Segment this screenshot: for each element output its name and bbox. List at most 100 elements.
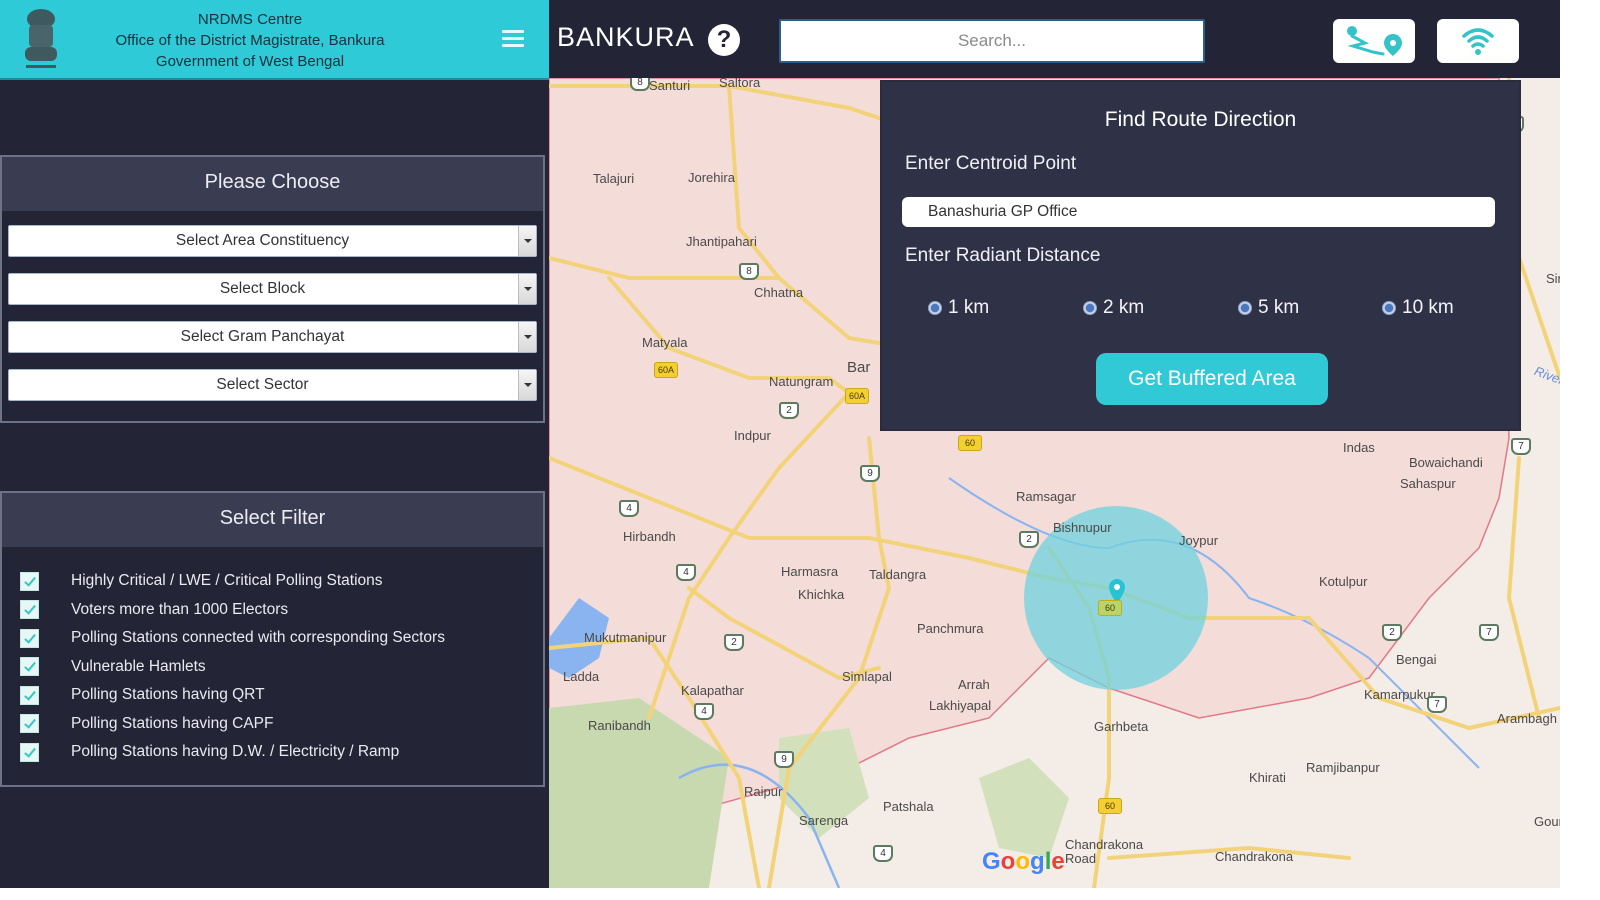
place-label: Sahaspur bbox=[1400, 476, 1456, 491]
wireless-button[interactable] bbox=[1437, 19, 1519, 63]
wifi-signal-icon bbox=[1462, 28, 1494, 55]
checkbox-checked[interactable] bbox=[20, 600, 39, 620]
place-label: Chhatna bbox=[754, 285, 804, 300]
highway-shield: 2 bbox=[1019, 531, 1039, 548]
radio-1km[interactable]: 1 km bbox=[928, 297, 989, 319]
chevron-down-icon[interactable] bbox=[518, 274, 536, 304]
highway-shield: 2 bbox=[779, 402, 799, 419]
place-label: Chandrakona Road bbox=[1065, 837, 1144, 866]
sidebar: Please Choose Select Area Constituency S… bbox=[0, 78, 549, 888]
filter-critical-polling-stations[interactable]: Highly Critical / LWE / Critical Polling… bbox=[20, 567, 543, 596]
choose-panel: Please Choose Select Area Constituency S… bbox=[0, 155, 545, 423]
chevron-down-icon[interactable] bbox=[518, 226, 536, 256]
place-label: Ramjibanpur bbox=[1306, 760, 1380, 775]
place-label: Panchmura bbox=[917, 621, 984, 636]
place-label: Matyala bbox=[642, 335, 688, 350]
filter-label: Vulnerable Hamlets bbox=[71, 657, 206, 675]
radio-button[interactable] bbox=[1238, 301, 1252, 315]
get-buffered-area-button[interactable]: Get Buffered Area bbox=[1096, 353, 1328, 405]
place-label: Khirati bbox=[1249, 770, 1286, 785]
filter-label: Voters more than 1000 Electors bbox=[71, 600, 289, 618]
place-label: Kalapathar bbox=[681, 683, 744, 698]
checkbox-checked[interactable] bbox=[20, 742, 39, 762]
state-highway-shield: 60 bbox=[1098, 798, 1122, 814]
place-label: Bar bbox=[847, 359, 871, 376]
place-label: Jhantipahari bbox=[686, 234, 757, 249]
state-highway-shield: 60 bbox=[1098, 600, 1122, 616]
checkbox-checked[interactable] bbox=[20, 657, 39, 677]
select-gram-panchayat[interactable]: Select Gram Panchayat bbox=[8, 321, 537, 353]
highway-shield: 9 bbox=[860, 465, 880, 482]
radio-label: 5 km bbox=[1258, 297, 1300, 318]
place-label: Bowaichandi bbox=[1409, 455, 1483, 470]
filter-dw-electricity-ramp[interactable]: Polling Stations having D.W. / Electrici… bbox=[20, 738, 543, 767]
place-label: Ramsagar bbox=[1016, 489, 1076, 504]
highway-shield: 7 bbox=[1511, 438, 1531, 455]
national-emblem-icon bbox=[25, 9, 57, 68]
select-label: Select Gram Panchayat bbox=[180, 328, 345, 345]
filter-capf[interactable]: Polling Stations having CAPF bbox=[20, 710, 543, 739]
chevron-down-icon[interactable] bbox=[518, 370, 536, 400]
place-label: Joypur bbox=[1179, 533, 1219, 548]
select-block[interactable]: Select Block bbox=[8, 273, 537, 305]
route-map-pin-icon bbox=[1347, 26, 1402, 56]
checkbox-checked[interactable] bbox=[20, 628, 39, 648]
filter-stations-sectors[interactable]: Polling Stations connected with correspo… bbox=[20, 624, 543, 653]
route-direction-button[interactable] bbox=[1333, 19, 1415, 63]
place-label: Raipur bbox=[744, 784, 783, 799]
highway-shield: 4 bbox=[619, 500, 639, 517]
place-label: Indas bbox=[1343, 440, 1375, 455]
filter-label: Polling Stations having D.W. / Electrici… bbox=[71, 743, 400, 761]
highway-shield: 4 bbox=[873, 845, 893, 862]
radio-label: 2 km bbox=[1103, 297, 1145, 318]
centroid-point-input[interactable] bbox=[902, 197, 1495, 227]
search-input[interactable] bbox=[779, 19, 1205, 63]
select-sector[interactable]: Select Sector bbox=[8, 369, 537, 401]
place-label: Sarenga bbox=[799, 813, 849, 828]
highway-shield: 2 bbox=[724, 634, 744, 651]
state-highway-shield: 60A bbox=[654, 362, 678, 378]
brand-text: NRDMS Centre Office of the District Magi… bbox=[80, 9, 420, 72]
filter-label: Polling Stations having CAPF bbox=[71, 714, 274, 732]
question-circle-icon[interactable]: ? bbox=[708, 24, 740, 56]
filter-voters-1000[interactable]: Voters more than 1000 Electors bbox=[20, 596, 543, 625]
place-label: Mukutmanipur bbox=[584, 630, 667, 645]
distance-label: Enter Radiant Distance bbox=[905, 245, 1101, 266]
radio-10km[interactable]: 10 km bbox=[1382, 297, 1454, 319]
checkbox-checked[interactable] bbox=[20, 714, 39, 734]
select-label: Select Block bbox=[219, 280, 306, 297]
radio-5km[interactable]: 5 km bbox=[1238, 297, 1299, 319]
chevron-down-icon[interactable] bbox=[518, 322, 536, 352]
highway-shield: 4 bbox=[694, 703, 714, 720]
place-label: Arambagh bbox=[1497, 711, 1557, 726]
route-panel-title: Find Route Direction bbox=[1104, 108, 1297, 131]
place-label: Ladda bbox=[563, 669, 600, 684]
select-area-constituency[interactable]: Select Area Constituency bbox=[8, 225, 537, 257]
place-label: Bishnupur bbox=[1053, 520, 1112, 535]
brand-line-government: Government of West Bengal bbox=[155, 53, 345, 70]
highway-shield: 4 bbox=[676, 564, 696, 581]
place-label: Santuri bbox=[649, 78, 691, 93]
hamburger-menu-icon[interactable] bbox=[502, 30, 524, 48]
radio-button[interactable] bbox=[1083, 301, 1097, 315]
district-title: BANKURA bbox=[557, 22, 695, 52]
brand-header: NRDMS Centre Office of the District Magi… bbox=[0, 0, 549, 78]
app-root: NRDMS Centre Office of the District Magi… bbox=[0, 0, 1560, 888]
place-label: Indpur bbox=[734, 428, 771, 443]
place-label: Khichka bbox=[798, 587, 845, 602]
place-label: Jorehira bbox=[688, 170, 735, 185]
radio-2km[interactable]: 2 km bbox=[1083, 297, 1144, 319]
place-label: Arrah bbox=[958, 677, 990, 692]
filter-label: Polling Stations connected with correspo… bbox=[71, 629, 445, 647]
radio-button[interactable] bbox=[1382, 301, 1396, 315]
place-label: Ranibandh bbox=[588, 718, 651, 733]
highway-shield: 9 bbox=[774, 751, 794, 768]
place-label: Kamarpukur bbox=[1364, 687, 1435, 702]
filter-qrt[interactable]: Polling Stations having QRT bbox=[20, 681, 543, 710]
checkbox-checked[interactable] bbox=[20, 685, 39, 705]
select-label: Select Sector bbox=[216, 376, 309, 393]
radio-button[interactable] bbox=[928, 301, 942, 315]
centroid-label: Enter Centroid Point bbox=[905, 153, 1077, 174]
filter-vulnerable-hamlets[interactable]: Vulnerable Hamlets bbox=[20, 653, 543, 682]
checkbox-checked[interactable] bbox=[20, 571, 39, 591]
